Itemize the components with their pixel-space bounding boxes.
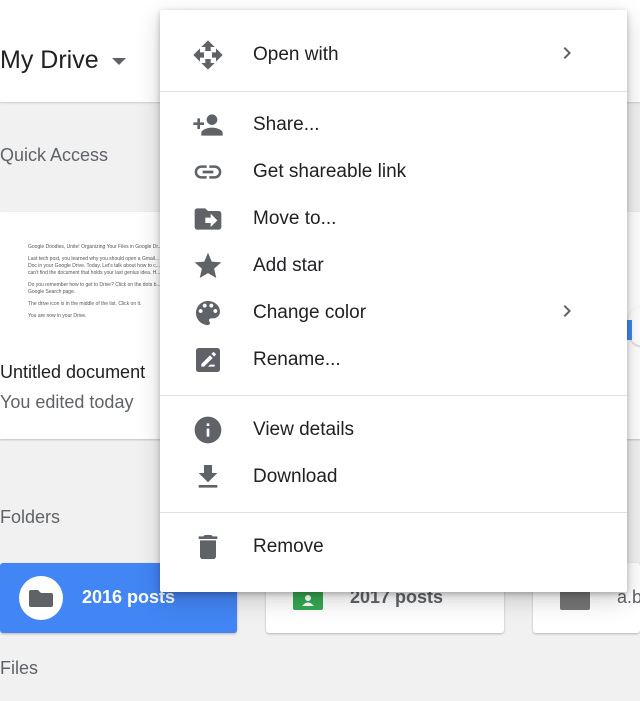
menu-item-label: Move to... [253, 208, 337, 229]
quick-access-label: Quick Access [0, 145, 109, 165]
menu-item-view-details[interactable]: View details [160, 408, 627, 452]
doc-preview-line: The drive icon is in the middle of the l… [28, 301, 142, 307]
palette-icon [196, 301, 220, 325]
doc-preview-line: Do you remember how to get to Drive? Cli… [28, 282, 161, 295]
menu-item-remove[interactable]: Remove [160, 525, 627, 569]
files-label: Files [0, 658, 39, 678]
move-folder-icon [194, 208, 222, 230]
menu-item-label: Download [253, 466, 338, 487]
download-icon [198, 465, 218, 488]
menu-divider [160, 91, 627, 92]
my-drive-title[interactable]: My Drive [0, 46, 99, 75]
menu-item-download[interactable]: Download [160, 455, 627, 499]
link-icon [194, 165, 222, 179]
doc-name: Untitled document [0, 362, 146, 382]
doc-subtitle: You edited today [0, 392, 134, 412]
menu-item-label: Open with [253, 44, 339, 65]
star-icon [194, 252, 222, 278]
menu-item-label: Share... [253, 114, 320, 135]
menu-item-get-shareable-link[interactable]: Get shareable link [160, 150, 627, 194]
edit-icon [196, 348, 220, 372]
chevron-down-icon[interactable] [112, 58, 126, 65]
menu-item-share[interactable]: Share... [160, 103, 627, 147]
menu-divider [160, 512, 627, 513]
doc-preview-thumbnail: Google Doodles, Unite! Organizing Your F… [28, 244, 168, 325]
menu-item-label: View details [253, 419, 355, 440]
menu-item-change-color[interactable]: Change color [160, 291, 627, 335]
trash-icon [198, 535, 218, 559]
menu-divider [160, 395, 627, 396]
doc-preview-line: Last tech post, you learned why you shou… [28, 256, 161, 276]
quick-access-doc-card[interactable]: Google Doodles, Unite! Organizing Your F… [0, 212, 170, 439]
doc-preview-line: You are now in your Drive. [28, 313, 87, 319]
doc-preview-line: Google Doodles, Unite! Organizing Your F… [28, 244, 162, 250]
context-menu: Open with Share... Get shareable link Mo… [160, 10, 627, 592]
menu-item-move-to[interactable]: Move to... [160, 197, 627, 241]
menu-item-rename[interactable]: Rename... [160, 338, 627, 382]
menu-item-label: Add star [253, 255, 324, 276]
menu-item-add-star[interactable]: Add star [160, 244, 627, 288]
folder-icon [29, 590, 53, 607]
person-add-icon [193, 114, 223, 136]
folders-label: Folders [0, 507, 61, 527]
open-with-icon [193, 40, 223, 70]
menu-item-label: Get shareable link [253, 161, 407, 182]
info-icon [194, 416, 222, 444]
chevron-right-icon [563, 305, 571, 317]
menu-item-label: Remove [253, 536, 324, 557]
menu-item-open-with[interactable]: Open with [160, 33, 627, 77]
folder-avatar [19, 576, 63, 620]
menu-item-label: Rename... [253, 349, 341, 370]
menu-item-label: Change color [253, 302, 367, 323]
chevron-right-icon [563, 47, 571, 59]
